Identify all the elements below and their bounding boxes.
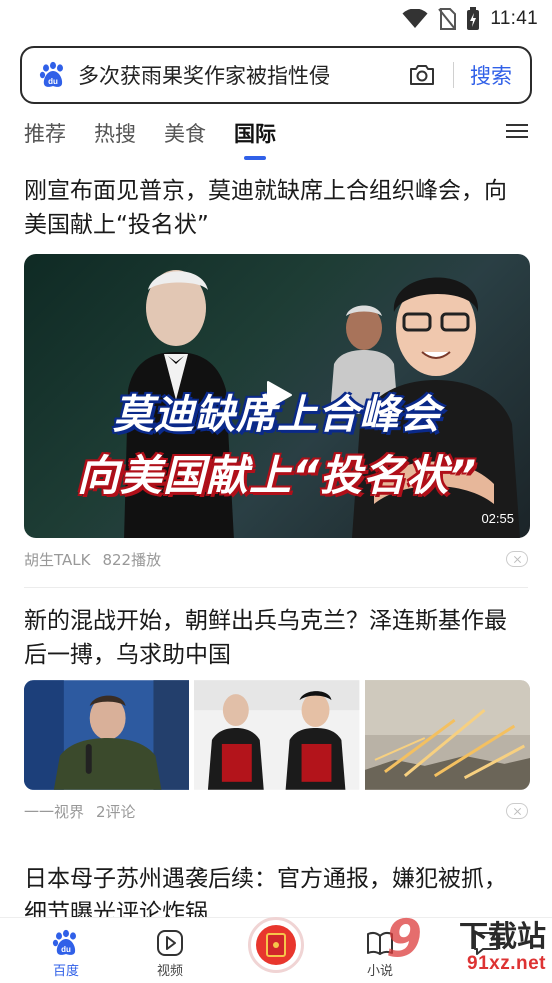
thumbnail-image[interactable] [364,680,530,790]
video-caption-line2: 向美国献上“投名状” [76,451,478,500]
play-icon[interactable] [265,380,293,410]
wifi-icon [402,9,428,28]
news-meta: 一一视界 2评论 [24,800,528,822]
watermark-text: 下载站 [458,919,546,953]
watermark-logo: 9 [386,909,423,969]
news-stat: 2评论 [96,802,136,821]
nav-label: 百度 [52,964,79,979]
status-time: 11:41 [490,8,538,29]
nav-baidu[interactable]: du 百度 [36,928,96,979]
status-bar: 11:41 [0,0,552,38]
news-source[interactable]: 一一视界 [24,801,84,822]
news-item[interactable]: 新的混战开始，朝鲜出兵乌克兰？泽连斯基作最后一搏，乌求助中国 一一视界 2评论 [0,588,552,822]
red-packet-button[interactable] [248,917,304,973]
no-sim-icon [438,8,457,30]
baidu-paw-icon: du [39,61,63,87]
news-stat: 822播放 [102,550,162,569]
thumbnail-row [24,680,530,790]
news-item[interactable]: 刚宣布面见普京，莫迪就缺席上合组织峰会，向美国献上“投名状” 莫迪缺席上合峰会 … [0,160,552,570]
news-title[interactable]: 新的混战开始，朝鲜出兵乌克兰？泽连斯基作最后一搏，乌求助中国 [24,588,528,672]
dismiss-icon[interactable] [506,551,528,567]
dismiss-icon[interactable] [506,803,528,819]
thumbnail-image[interactable] [194,680,360,790]
baidu-paw-icon: du [52,929,76,955]
tab-hot-search[interactable]: 热搜 [94,116,136,156]
svg-text:du: du [61,945,71,954]
camera-icon[interactable] [407,60,437,90]
category-tabs: 推荐 热搜 美食 国际 [0,112,552,160]
battery-charging-icon [467,7,480,30]
watermark-url: 91xz.net [467,953,546,974]
search-button[interactable]: 搜索 [454,60,530,90]
news-title[interactable]: 刚宣布面见普京，莫迪就缺席上合组织峰会，向美国献上“投名状” [24,160,528,242]
tab-international[interactable]: 国际 [234,116,276,160]
svg-text:du: du [48,77,58,86]
tab-recommend[interactable]: 推荐 [24,116,66,156]
menu-icon[interactable] [506,120,528,142]
nav-label: 视频 [156,964,183,979]
video-play-icon [157,930,183,956]
thumbnail-image[interactable] [24,680,190,790]
news-feed: 刚宣布面见普京，莫迪就缺席上合组织峰会，向美国献上“投名状” 莫迪缺席上合峰会 … [0,160,552,930]
tab-food[interactable]: 美食 [164,116,206,156]
news-meta: 胡生TALK 822播放 [24,548,528,570]
nav-video[interactable]: 视频 [140,928,200,979]
video-thumbnail[interactable]: 莫迪缺席上合峰会 向美国献上“投名状” 02:55 [24,254,530,538]
news-source[interactable]: 胡生TALK [24,549,90,570]
video-duration: 02:55 [481,511,514,526]
site-watermark: 9 下载站 91xz.net [378,909,550,981]
search-box[interactable]: du 多次获雨果奖作家被指性侵 搜索 [20,46,532,104]
red-packet-icon [256,925,296,965]
search-input[interactable]: 多次获雨果奖作家被指性侵 [78,60,407,90]
